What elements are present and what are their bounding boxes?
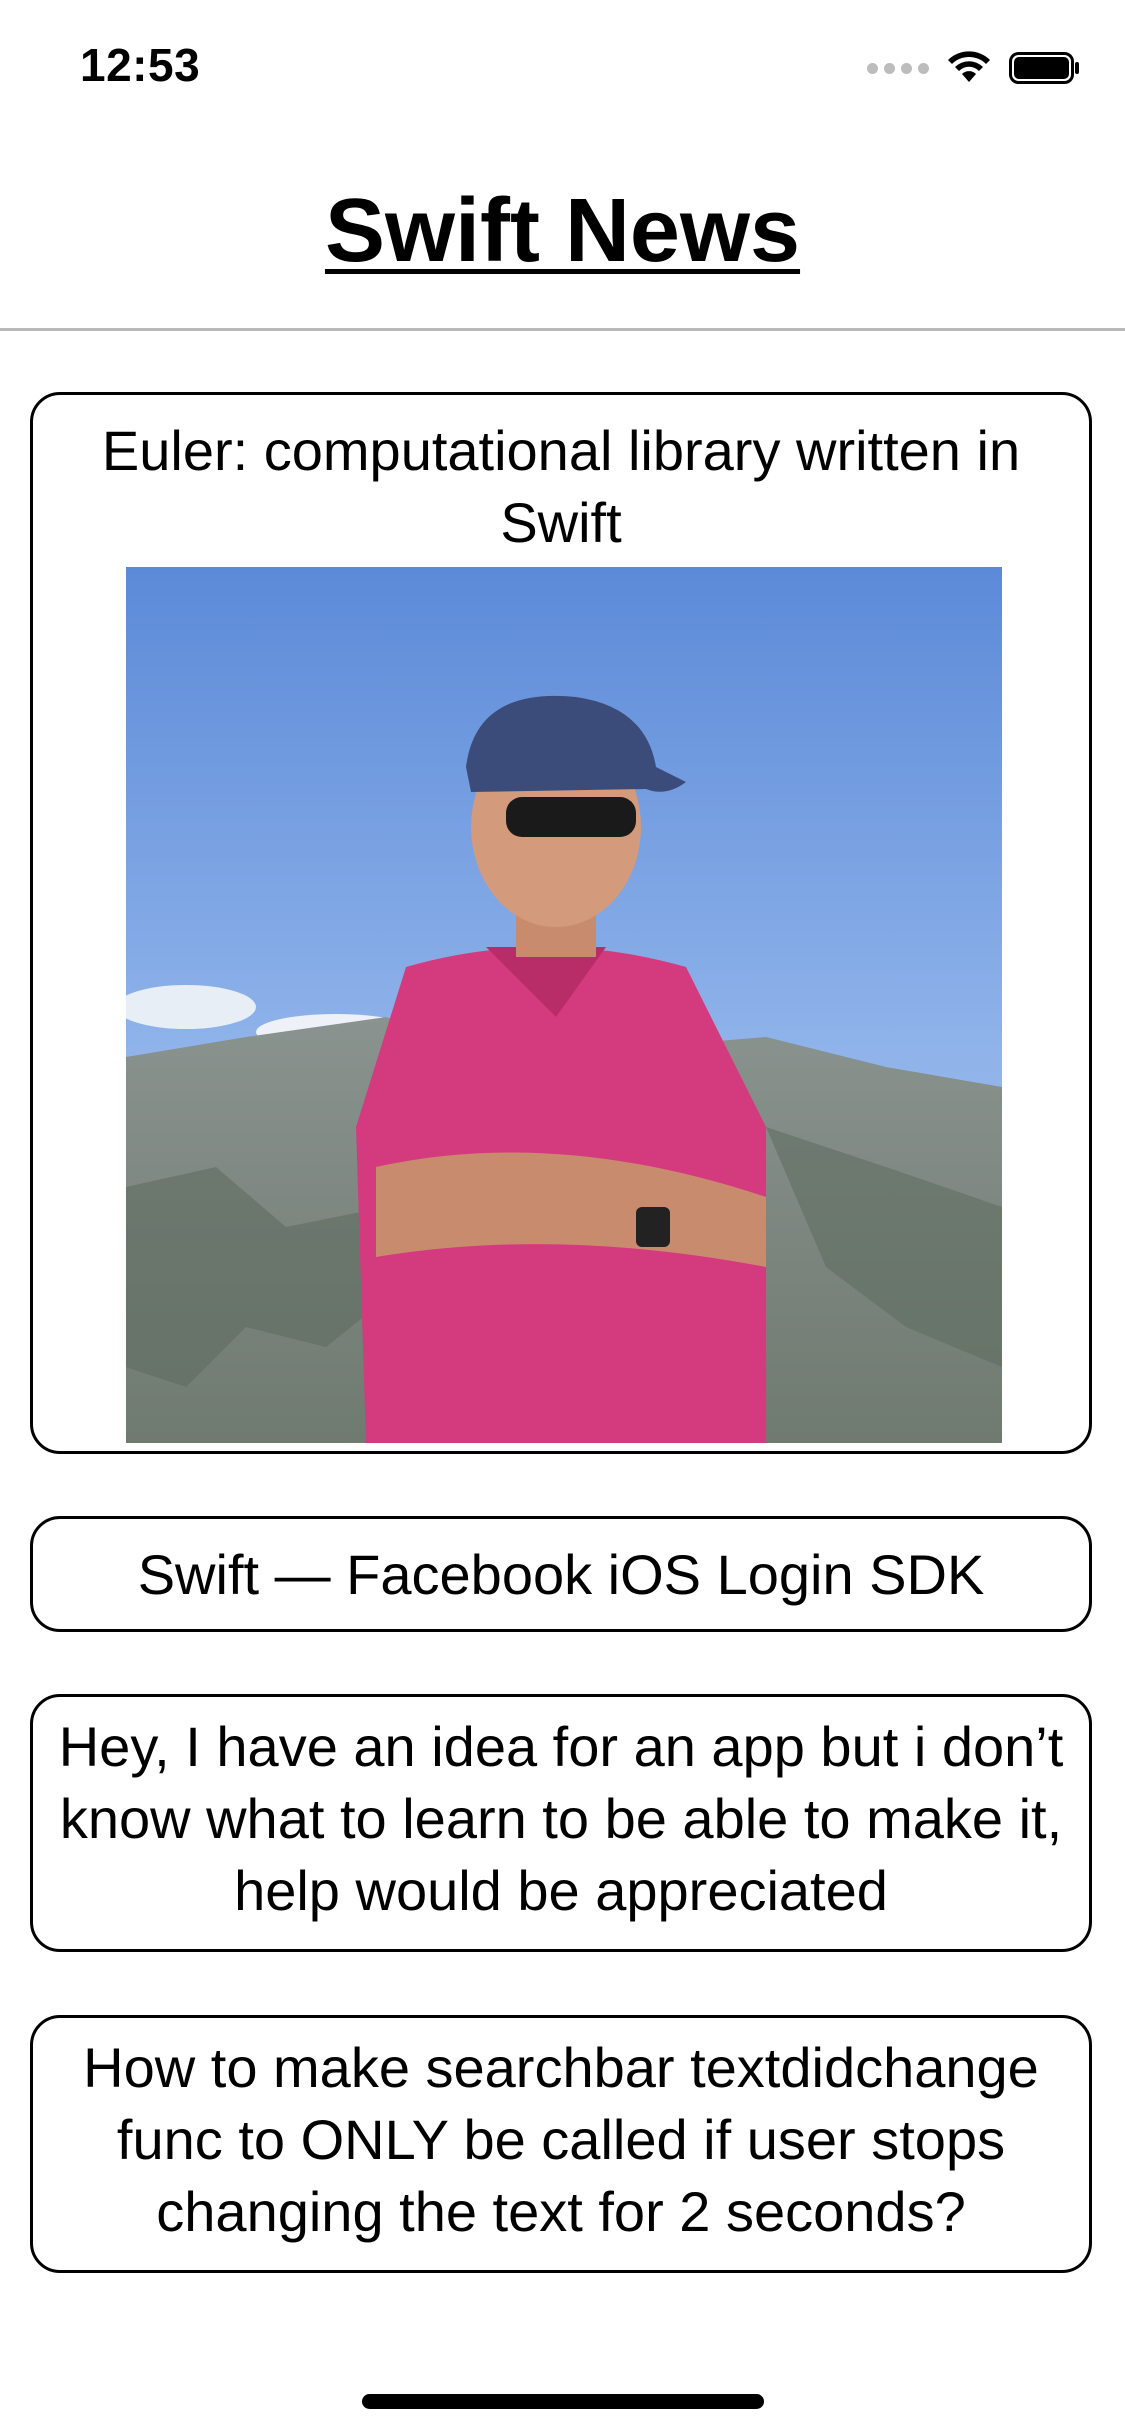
article-title: How to make searchbar textdidchange func… [83, 2036, 1039, 2243]
status-bar: 12:53 [0, 0, 1125, 132]
page-title: Swift News [324, 181, 801, 281]
article-title: Swift — Facebook iOS Login SDK [137, 1543, 985, 1606]
status-time: 12:53 [80, 39, 201, 91]
battery-icon [1009, 52, 1079, 84]
wifi-icon [948, 51, 990, 82]
home-indicator[interactable] [362, 2394, 764, 2409]
status-icons [867, 48, 1081, 88]
article-card[interactable]: Swift — Facebook iOS Login SDK [30, 1516, 1092, 1632]
cellular-signal-icon [867, 62, 929, 74]
article-title: Hey, I have an idea for an app but i don… [58, 1715, 1064, 1922]
article-title: Euler: computational library written in … [101, 419, 1021, 554]
photo-thumbnail [126, 567, 1002, 1443]
article-card[interactable]: Euler: computational library written in … [30, 392, 1092, 1454]
article-image [126, 567, 1002, 1443]
article-card[interactable]: How to make searchbar textdidchange func… [30, 2015, 1092, 2273]
article-card[interactable]: Hey, I have an idea for an app but i don… [30, 1694, 1092, 1952]
header-divider [0, 328, 1125, 331]
